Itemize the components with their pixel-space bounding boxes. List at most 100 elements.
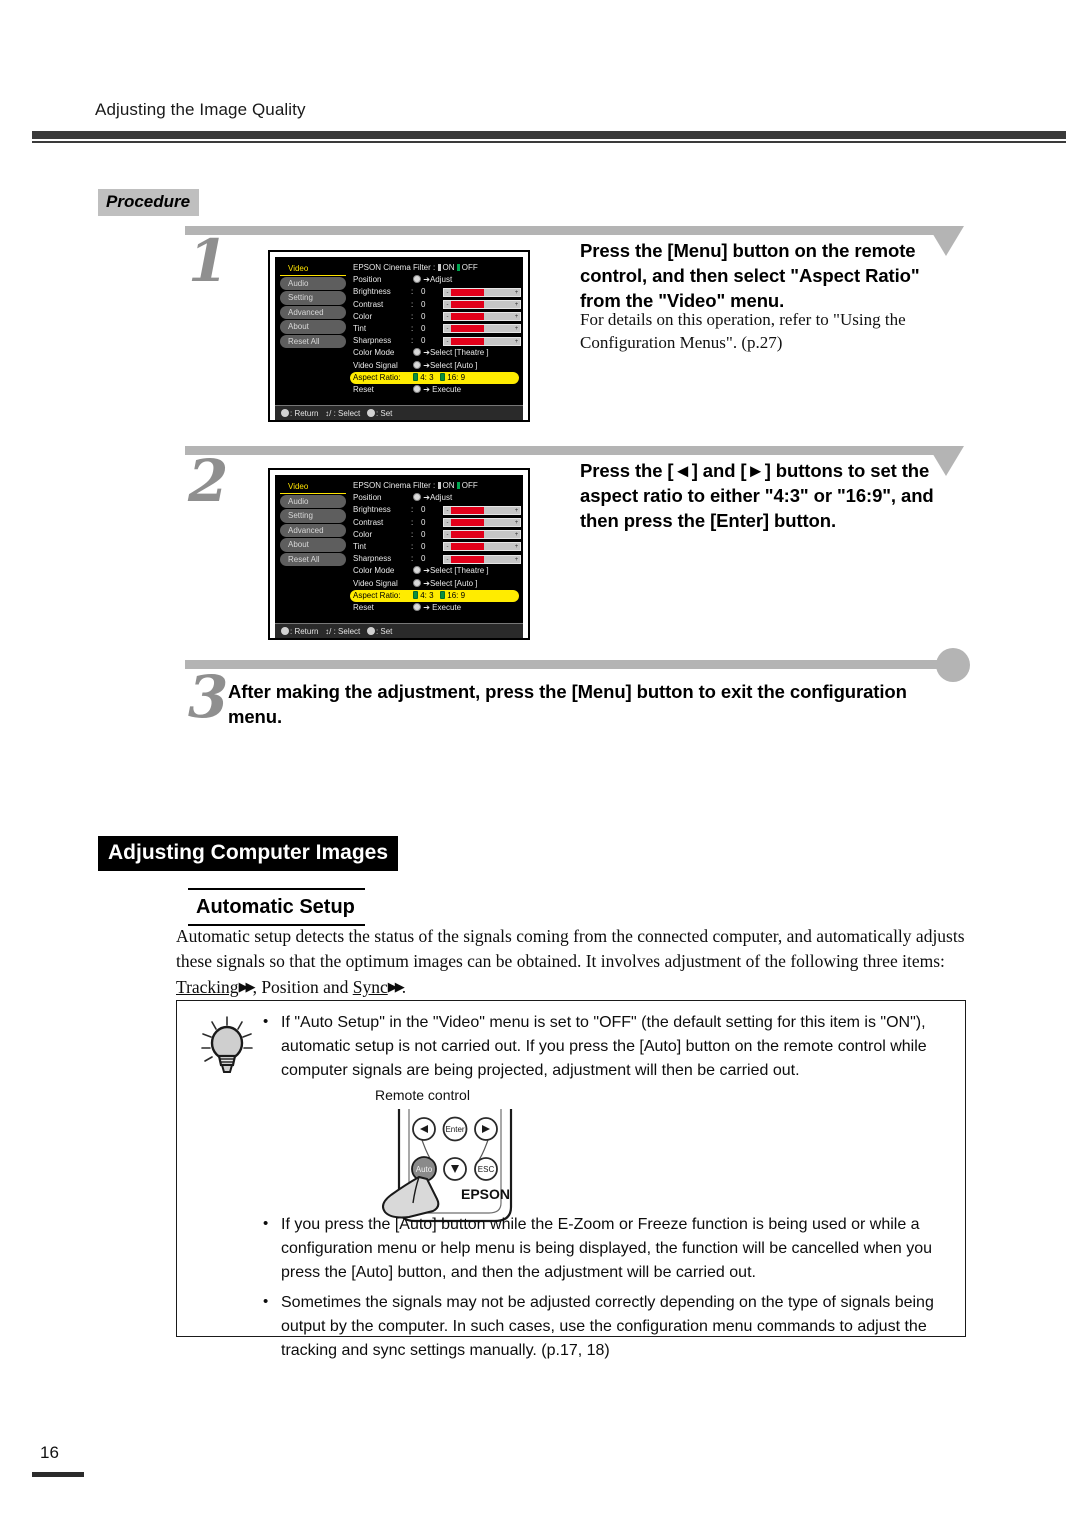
osd-slider-contrast[interactable]: - +: [443, 518, 521, 528]
osd-sidebar-item-about[interactable]: About: [280, 320, 346, 334]
enter-knob-icon: [413, 275, 422, 284]
osd-action-reset[interactable]: Execute: [432, 603, 461, 612]
osd-label-brightness: Brightness: [353, 505, 391, 515]
osd-slider-tint[interactable]: - +: [443, 324, 521, 334]
osd-main-panel: EPSON Cinema Filter : ON OFF Position ➔A…: [350, 480, 521, 614]
osd-label-contrast: Contrast: [353, 517, 384, 527]
radio-on-icon: [437, 482, 441, 489]
osd-colon: :: [411, 505, 414, 515]
esc-button-icon: [281, 627, 289, 635]
osd-sidebar: Video Audio Setting Advanced About Reset…: [280, 262, 346, 349]
osd-sidebar-item-advanced[interactable]: Advanced: [280, 523, 346, 537]
osd-row-tint[interactable]: Tint:0 - +: [353, 541, 521, 553]
osd-row-color-mode[interactable]: Color Mode ➔Select [Theatre ]: [353, 565, 519, 577]
osd-row-reset[interactable]: Reset ➔ Execute: [353, 384, 519, 396]
osd-sidebar-item-audio[interactable]: Audio: [280, 276, 346, 290]
osd-row-aspect-ratio[interactable]: Aspect Ratio: 4: 3 16: 9: [350, 589, 519, 602]
osd-row-contrast[interactable]: Contrast:0 - +: [353, 299, 521, 311]
section-title: Adjusting Computer Images: [98, 836, 399, 871]
osd-colon: :: [411, 287, 414, 297]
osd-row-cinema-filter[interactable]: EPSON Cinema Filter : ON OFF: [353, 262, 519, 274]
osd-slider-brightness[interactable]: - +: [443, 287, 521, 297]
osd-sidebar-item-about[interactable]: About: [280, 538, 346, 552]
osd-row-brightness[interactable]: Brightness:0 - +: [353, 286, 521, 298]
step-2-heading: Press the [◄] and [►] buttons to set the…: [580, 460, 934, 531]
remote-caption: Remote control: [375, 1087, 470, 1103]
header-rule-thin: [32, 141, 1066, 143]
remote-control-illustration: Remote control Enter Auto ESC EPSON: [369, 1087, 579, 1230]
osd-opt-off[interactable]: OFF: [462, 481, 478, 490]
osd-sidebar-item-setting[interactable]: Setting: [280, 291, 346, 305]
osd-row-tint[interactable]: Tint:0 - +: [353, 323, 521, 335]
osd-hint-set: : Set: [375, 409, 393, 418]
osd-colon: :: [411, 517, 414, 527]
osd-colon: :: [411, 336, 414, 346]
osd-value-sharpness: 0: [421, 554, 426, 564]
osd-action-video-signal[interactable]: Select [Auto ]: [430, 579, 478, 588]
osd-colon: :: [411, 323, 414, 333]
glossary-arrow-icon: ▶▶: [238, 979, 256, 994]
osd-row-reset[interactable]: Reset ➔ Execute: [353, 602, 519, 614]
osd-row-contrast[interactable]: Contrast:0 - +: [353, 517, 521, 529]
osd-row-sharpness[interactable]: Sharpness:0 - +: [353, 335, 521, 347]
remote-diagram: Enter Auto ESC EPSON: [382, 1109, 513, 1223]
procedure-label: Procedure: [98, 189, 200, 216]
osd-sidebar-item-audio[interactable]: Audio: [280, 494, 346, 508]
osd-sidebar-item-reset-all[interactable]: Reset All: [280, 552, 346, 566]
osd-row-position[interactable]: Position ➔Adjust: [353, 274, 519, 286]
osd-label-brightness: Brightness: [353, 287, 391, 297]
osd-row-sharpness[interactable]: Sharpness:0 - +: [353, 553, 521, 565]
osd-row-brightness[interactable]: Brightness:0 - +: [353, 504, 521, 516]
osd-row-video-signal[interactable]: Video Signal ➔Select [Auto ]: [353, 360, 519, 372]
osd-action-position[interactable]: Adjust: [430, 275, 452, 284]
osd-action-color-mode[interactable]: Select [Theatre ]: [430, 348, 489, 357]
osd-row-color[interactable]: Color:0 - +: [353, 529, 521, 541]
osd-slider-contrast[interactable]: - +: [443, 300, 521, 310]
osd-action-color-mode[interactable]: Select [Theatre ]: [430, 566, 489, 575]
osd-sidebar-item-setting[interactable]: Setting: [280, 509, 346, 523]
osd-slider-sharpness[interactable]: - +: [443, 554, 521, 564]
osd-opt-16-9[interactable]: 16: 9: [447, 591, 465, 600]
osd-slider-tint[interactable]: - +: [443, 542, 521, 552]
osd-colon: :: [411, 541, 414, 551]
esc-button-icon: [281, 409, 289, 417]
osd-row-aspect-ratio[interactable]: Aspect Ratio: 4: 3 16: 9: [350, 371, 519, 384]
osd-label-video-signal: Video Signal: [353, 578, 398, 588]
osd-row-cinema-filter[interactable]: EPSON Cinema Filter : ON OFF: [353, 480, 519, 492]
osd-sidebar-item-advanced[interactable]: Advanced: [280, 305, 346, 319]
enter-button-icon: [366, 409, 375, 417]
osd-action-reset[interactable]: Execute: [432, 385, 461, 394]
osd-opt-off[interactable]: OFF: [462, 263, 478, 272]
step-2-bar: [185, 446, 945, 455]
osd-action-position[interactable]: Adjust: [430, 493, 452, 502]
osd-colon: :: [433, 263, 436, 272]
osd-slider-brightness[interactable]: - +: [443, 505, 521, 515]
osd-slider-sharpness[interactable]: - +: [443, 336, 521, 346]
epson-logo: EPSON: [461, 1186, 510, 1202]
header-rule: [32, 131, 1066, 139]
osd-hint-return: : Return: [290, 627, 319, 636]
glossary-link-tracking[interactable]: Tracking: [176, 977, 239, 997]
glossary-link-sync[interactable]: Sync: [353, 977, 388, 997]
osd-opt-4-3[interactable]: 4: 3: [420, 373, 433, 382]
osd-opt-on[interactable]: ON: [443, 263, 455, 272]
osd-opt-on[interactable]: ON: [443, 481, 455, 490]
osd-sidebar-item-video[interactable]: Video: [280, 262, 346, 276]
osd-opt-4-3[interactable]: 4: 3: [420, 591, 433, 600]
osd-opt-16-9[interactable]: 16: 9: [447, 373, 465, 382]
osd-action-video-signal[interactable]: Select [Auto ]: [430, 361, 478, 370]
osd-row-color-mode[interactable]: Color Mode ➔Select [Theatre ]: [353, 347, 519, 359]
osd-row-color[interactable]: Color:0 - +: [353, 311, 521, 323]
osd-row-video-signal[interactable]: Video Signal ➔Select [Auto ]: [353, 578, 519, 590]
osd-slider-color[interactable]: - +: [443, 312, 521, 322]
osd-slider-color[interactable]: - +: [443, 530, 521, 540]
osd-row-position[interactable]: Position ➔Adjust: [353, 492, 519, 504]
radio-4-3-icon: [413, 590, 419, 599]
running-title: Adjusting the Image Quality: [95, 100, 306, 119]
enter-knob-icon: [413, 493, 422, 502]
osd-label-reset: Reset: [353, 602, 374, 612]
osd-sidebar-item-video[interactable]: Video: [280, 480, 346, 494]
osd-sidebar-item-reset-all[interactable]: Reset All: [280, 334, 346, 348]
osd-value-brightness: 0: [421, 505, 426, 515]
radio-16-9-icon: [440, 590, 446, 599]
